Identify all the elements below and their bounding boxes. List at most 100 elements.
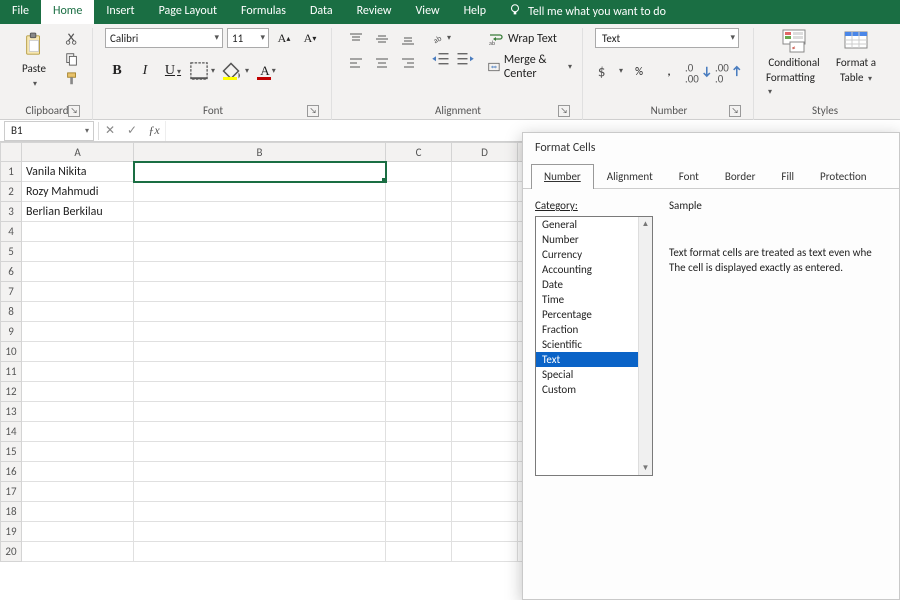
cell-A10[interactable] (22, 342, 134, 362)
category-item[interactable]: Number (536, 232, 652, 247)
cell-D10[interactable] (452, 342, 518, 362)
cell-D20[interactable] (452, 542, 518, 562)
cell-D6[interactable] (452, 262, 518, 282)
cell-B9[interactable] (134, 322, 386, 342)
dialog-tab-fill[interactable]: Fill (768, 164, 807, 189)
comma-format-button[interactable]: , (655, 60, 683, 82)
cell-D3[interactable] (452, 202, 518, 222)
cell-D19[interactable] (452, 522, 518, 542)
align-right-button[interactable] (396, 52, 420, 74)
cell-B8[interactable] (134, 302, 386, 322)
row-header[interactable]: 3 (0, 202, 22, 222)
cell-B13[interactable] (134, 402, 386, 422)
row-header[interactable]: 8 (0, 302, 22, 322)
dialog-tab-border[interactable]: Border (712, 164, 769, 189)
cell-B20[interactable] (134, 542, 386, 562)
row-header[interactable]: 6 (0, 262, 22, 282)
cell-C8[interactable] (386, 302, 452, 322)
cell-D4[interactable] (452, 222, 518, 242)
increase-indent-button[interactable] (454, 50, 476, 70)
cell-B15[interactable] (134, 442, 386, 462)
row-header[interactable]: 16 (0, 462, 22, 482)
decrease-decimal-button[interactable]: .00.0 (715, 60, 743, 82)
tab-help[interactable]: Help (452, 0, 499, 24)
cut-button[interactable] (62, 30, 82, 48)
column-header[interactable]: C (386, 142, 452, 162)
tab-insert[interactable]: Insert (94, 0, 146, 24)
cell-B12[interactable] (134, 382, 386, 402)
scrollbar[interactable]: ▲▼ (638, 217, 652, 475)
cell-B10[interactable] (134, 342, 386, 362)
cell-D8[interactable] (452, 302, 518, 322)
cell-B19[interactable] (134, 522, 386, 542)
row-header[interactable]: 12 (0, 382, 22, 402)
cell-D14[interactable] (452, 422, 518, 442)
row-header[interactable]: 17 (0, 482, 22, 502)
percent-format-button[interactable]: % (625, 60, 653, 82)
tab-review[interactable]: Review (345, 0, 404, 24)
format-painter-button[interactable] (62, 70, 82, 88)
borders-button[interactable]: ▾ (189, 60, 215, 82)
select-all-corner[interactable] (0, 142, 22, 162)
font-name-select[interactable]: Calibri▾ (105, 28, 223, 48)
italic-button[interactable]: I (133, 60, 157, 82)
row-header[interactable]: 18 (0, 502, 22, 522)
cell-A19[interactable] (22, 522, 134, 542)
tab-formulas[interactable]: Formulas (229, 0, 298, 24)
cell-A11[interactable] (22, 362, 134, 382)
decrease-font-button[interactable]: A▾ (299, 28, 321, 48)
cell-B5[interactable] (134, 242, 386, 262)
cell-A6[interactable] (22, 262, 134, 282)
cell-B17[interactable] (134, 482, 386, 502)
cell-C14[interactable] (386, 422, 452, 442)
category-item[interactable]: Scientific (536, 337, 652, 352)
cell-A18[interactable] (22, 502, 134, 522)
cell-C2[interactable] (386, 182, 452, 202)
cell-D7[interactable] (452, 282, 518, 302)
confirm-formula-button[interactable]: ✓ (121, 121, 143, 141)
cell-D17[interactable] (452, 482, 518, 502)
cell-A16[interactable] (22, 462, 134, 482)
cell-D2[interactable] (452, 182, 518, 202)
cell-D15[interactable] (452, 442, 518, 462)
increase-decimal-button[interactable]: .0.00 (685, 60, 713, 82)
cell-A14[interactable] (22, 422, 134, 442)
cell-B18[interactable] (134, 502, 386, 522)
align-center-button[interactable] (370, 52, 394, 74)
tab-data[interactable]: Data (298, 0, 345, 24)
cell-A13[interactable] (22, 402, 134, 422)
cell-D1[interactable] (452, 162, 518, 182)
row-header[interactable]: 20 (0, 542, 22, 562)
cell-B4[interactable] (134, 222, 386, 242)
row-header[interactable]: 14 (0, 422, 22, 442)
tell-me-search[interactable]: Tell me what you want to do (498, 0, 676, 24)
cell-A8[interactable] (22, 302, 134, 322)
cell-A3[interactable]: Berlian Berkilau (22, 202, 134, 222)
cell-D16[interactable] (452, 462, 518, 482)
dialog-tab-font[interactable]: Font (666, 164, 712, 189)
row-header[interactable]: 10 (0, 342, 22, 362)
column-header[interactable]: D (452, 142, 518, 162)
underline-button[interactable]: U▾ (161, 60, 185, 82)
cell-B16[interactable] (134, 462, 386, 482)
cell-C5[interactable] (386, 242, 452, 262)
align-middle-button[interactable] (370, 28, 394, 50)
cell-B7[interactable] (134, 282, 386, 302)
number-format-select[interactable]: Text▾ (595, 28, 739, 48)
dialog-tab-protection[interactable]: Protection (807, 164, 880, 189)
cell-C19[interactable] (386, 522, 452, 542)
cell-A1[interactable]: Vanila Nikita (22, 162, 134, 182)
cell-A7[interactable] (22, 282, 134, 302)
row-header[interactable]: 2 (0, 182, 22, 202)
category-item[interactable]: Special (536, 367, 652, 382)
cell-A12[interactable] (22, 382, 134, 402)
row-header[interactable]: 1 (0, 162, 22, 182)
cell-A5[interactable] (22, 242, 134, 262)
row-header[interactable]: 13 (0, 402, 22, 422)
font-size-select[interactable]: 11▾ (227, 28, 269, 48)
cell-A4[interactable] (22, 222, 134, 242)
merge-center-button[interactable]: Merge & Center ▾ (488, 56, 572, 78)
column-header[interactable]: A (22, 142, 134, 162)
cell-C16[interactable] (386, 462, 452, 482)
cell-C11[interactable] (386, 362, 452, 382)
